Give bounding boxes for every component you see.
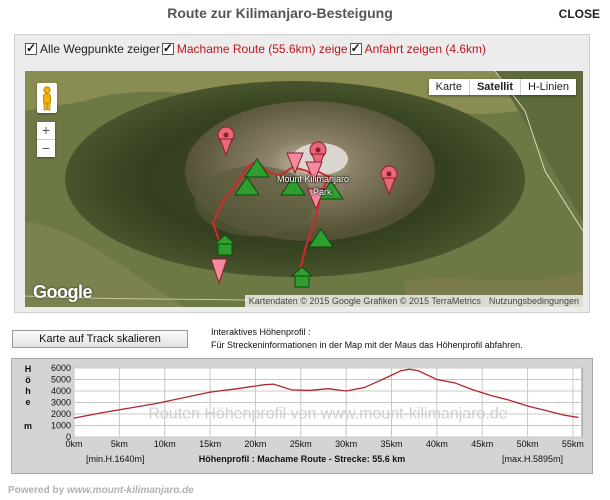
y-tick-label: 2000 (51, 409, 71, 419)
profile-info-title: Interaktives Höhenprofil : (211, 327, 311, 337)
peak-label: Mount Kilimanjaro (277, 174, 350, 184)
zoom-in-button[interactable]: + (37, 122, 55, 140)
x-tick-label: 55km (562, 439, 584, 449)
x-tick-label: 25km (290, 439, 312, 449)
x-tick-label: 45km (471, 439, 493, 449)
y-axis-label-letter: e (25, 397, 30, 407)
map-panel: Alle Wegpunkte zeiger Machame Route (55.… (14, 34, 590, 313)
map-type-satellit-button[interactable]: Satellit (470, 79, 522, 95)
y-axis-label-letter: ö (25, 375, 31, 385)
map-type-karte-button[interactable]: Karte (429, 79, 470, 95)
elevation-chart[interactable]: 60005000400030002000100000km 5km 10km 15km 2… (12, 359, 592, 455)
x-tick-label: 5km (111, 439, 128, 449)
show-route-label: Machame Route (55.6km) zeige (176, 42, 348, 56)
x-tick-label: 20km (244, 439, 266, 449)
y-tick-label: 3000 (51, 398, 71, 408)
map-imagery (25, 71, 583, 307)
show-waypoints-label: Alle Wegpunkte zeiger (40, 42, 160, 56)
x-tick-label: 40km (426, 439, 448, 449)
max-height-label: [max.H.5895m] (502, 454, 564, 464)
footer-site-link[interactable]: www.mount-kilimanjaro.de (67, 485, 194, 496)
profile-info-text: Für Streckeninformationen in der Map mit… (211, 340, 523, 350)
show-waypoints-checkbox[interactable] (25, 41, 37, 55)
scale-to-track-button[interactable]: Karte auf Track skalieren (12, 330, 188, 348)
show-approach-option[interactable]: Anfahrt zeigen (4.6km) (349, 41, 486, 56)
x-tick-label: 30km (335, 439, 357, 449)
zoom-out-button[interactable]: − (37, 140, 55, 157)
dialog-title: Route zur Kilimanjaro-Besteigung (167, 5, 393, 21)
satellite-map[interactable]: Mount Kilimanjaro Park + − Karte Satelli… (25, 71, 583, 307)
x-tick-label: 10km (154, 439, 176, 449)
y-tick-label: 4000 (51, 386, 71, 396)
x-tick-label: 50km (517, 439, 539, 449)
y-axis-label-letter: m (24, 421, 32, 431)
y-tick-label: 1000 (51, 421, 71, 431)
street-view-pegman-icon[interactable] (37, 83, 57, 113)
x-tick-label: 0km (65, 439, 82, 449)
terms-link[interactable]: Nutzungsbedingungen (485, 295, 583, 307)
park-label: Park (313, 187, 332, 197)
zoom-control: + − (37, 122, 55, 157)
y-axis-label-letter: H (25, 364, 32, 374)
profile-info: Interaktives Höhenprofil : Für Streckeni… (211, 326, 523, 352)
x-tick-label: 35km (380, 439, 402, 449)
show-approach-checkbox[interactable] (349, 41, 362, 55)
y-axis-label-letter: h (25, 386, 31, 396)
elevation-profile[interactable]: 6000 5000 4000 3000 2000 1000 0 0km 5km 10km 15km 2… (11, 358, 593, 474)
map-type-control: Karte Satellit H-Linien (428, 79, 576, 95)
x-tick-label: 15km (199, 439, 221, 449)
map-options: Alle Wegpunkte zeiger Machame Route (55.… (25, 41, 488, 56)
show-approach-label: Anfahrt zeigen (4.6km) (364, 42, 486, 56)
y-tick-label: 6000 (51, 363, 71, 373)
show-route-option[interactable]: Machame Route (55.6km) zeige (161, 41, 348, 56)
footer: Powered by www.mount-kilimanjaro.de (8, 485, 194, 496)
show-waypoints-option[interactable]: Alle Wegpunkte zeiger (25, 41, 160, 56)
chart-watermark: Routen Höhenprofil von www.mount-kiliman… (148, 406, 507, 423)
google-logo: Google (33, 282, 93, 302)
y-tick-label: 5000 (51, 375, 71, 385)
footer-prefix: Powered by (8, 485, 65, 496)
map-attribution: Kartendaten © 2015 Google Grafiken © 201… (244, 295, 583, 307)
map-data-credits: Kartendaten © 2015 Google Grafiken © 201… (248, 296, 481, 306)
show-route-checkbox[interactable] (161, 41, 174, 55)
map-type-hlinien-button[interactable]: H-Linien (521, 79, 576, 95)
close-button[interactable]: CLOSE (559, 7, 600, 21)
